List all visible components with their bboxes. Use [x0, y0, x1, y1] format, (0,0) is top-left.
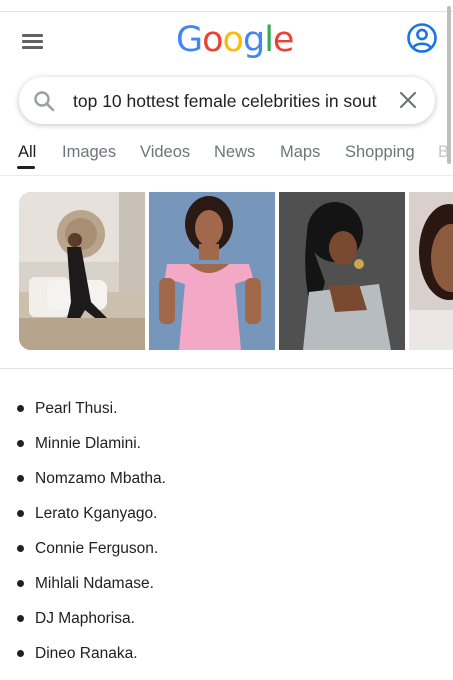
logo-letter: o: [202, 20, 223, 60]
active-tab-indicator: [17, 166, 35, 169]
logo-letter: G: [176, 20, 203, 60]
list-item: Minnie Dlamini.: [0, 429, 453, 459]
image-thumbnail[interactable]: [409, 192, 453, 350]
header: Google: [0, 14, 453, 70]
bullet: [17, 545, 24, 552]
tab-shopping[interactable]: Shopping: [345, 143, 415, 162]
list-item-text: Dineo Ranaka.: [35, 645, 138, 662]
search-input[interactable]: [73, 89, 393, 113]
list-item: Mihlali Ndamase.: [0, 569, 453, 599]
list-item-text: Connie Ferguson.: [35, 540, 159, 557]
logo-letter: g: [242, 20, 265, 60]
list-item: Nomzamo Mbatha.: [0, 464, 453, 494]
list-item-text: Mihlali Ndamase.: [35, 575, 154, 592]
bullet: [17, 405, 24, 412]
tab-news[interactable]: News: [214, 143, 255, 162]
search-box: [19, 77, 435, 124]
close-icon[interactable]: [397, 89, 419, 111]
list-item: Lerato Kganyago.: [0, 499, 453, 529]
tab-videos[interactable]: Videos: [140, 143, 190, 162]
list-item-text: Lerato Kganyago.: [35, 505, 158, 522]
bullet: [17, 510, 24, 517]
image-thumbnail[interactable]: [279, 192, 405, 350]
logo-letter: l: [264, 20, 274, 60]
scrollbar[interactable]: [447, 6, 451, 164]
hamburger-menu-icon[interactable]: [22, 32, 44, 50]
tab-images[interactable]: Images: [62, 143, 116, 162]
list-item: DJ Maphorisa.: [0, 604, 453, 634]
image-thumbnail[interactable]: [19, 192, 145, 350]
bullet: [17, 475, 24, 482]
section-divider: [0, 368, 453, 369]
list-item: Connie Ferguson.: [0, 534, 453, 564]
list-item-text: Minnie Dlamini.: [35, 435, 141, 452]
image-results-strip: [19, 192, 453, 350]
list-item-text: Nomzamo Mbatha.: [35, 470, 166, 487]
bullet: [17, 440, 24, 447]
bullet: [17, 615, 24, 622]
image-thumbnail[interactable]: [149, 192, 275, 350]
account-circle-icon[interactable]: [406, 22, 438, 54]
bullet: [17, 580, 24, 587]
logo-letter: e: [272, 20, 295, 60]
search-icon[interactable]: [33, 90, 55, 112]
google-logo[interactable]: Google: [176, 20, 295, 60]
search-tabs: All Images Videos News Maps Shopping B: [0, 138, 453, 176]
list-item-text: Pearl Thusi.: [35, 400, 118, 417]
list-item: Pearl Thusi.: [0, 394, 453, 424]
list-item-text: DJ Maphorisa.: [35, 610, 135, 627]
top-edge: [0, 0, 453, 12]
tab-all[interactable]: All: [18, 143, 36, 162]
logo-letter: o: [222, 20, 244, 60]
list-item: Dineo Ranaka.: [0, 639, 453, 669]
tab-maps[interactable]: Maps: [280, 143, 320, 162]
bullet: [17, 650, 24, 657]
